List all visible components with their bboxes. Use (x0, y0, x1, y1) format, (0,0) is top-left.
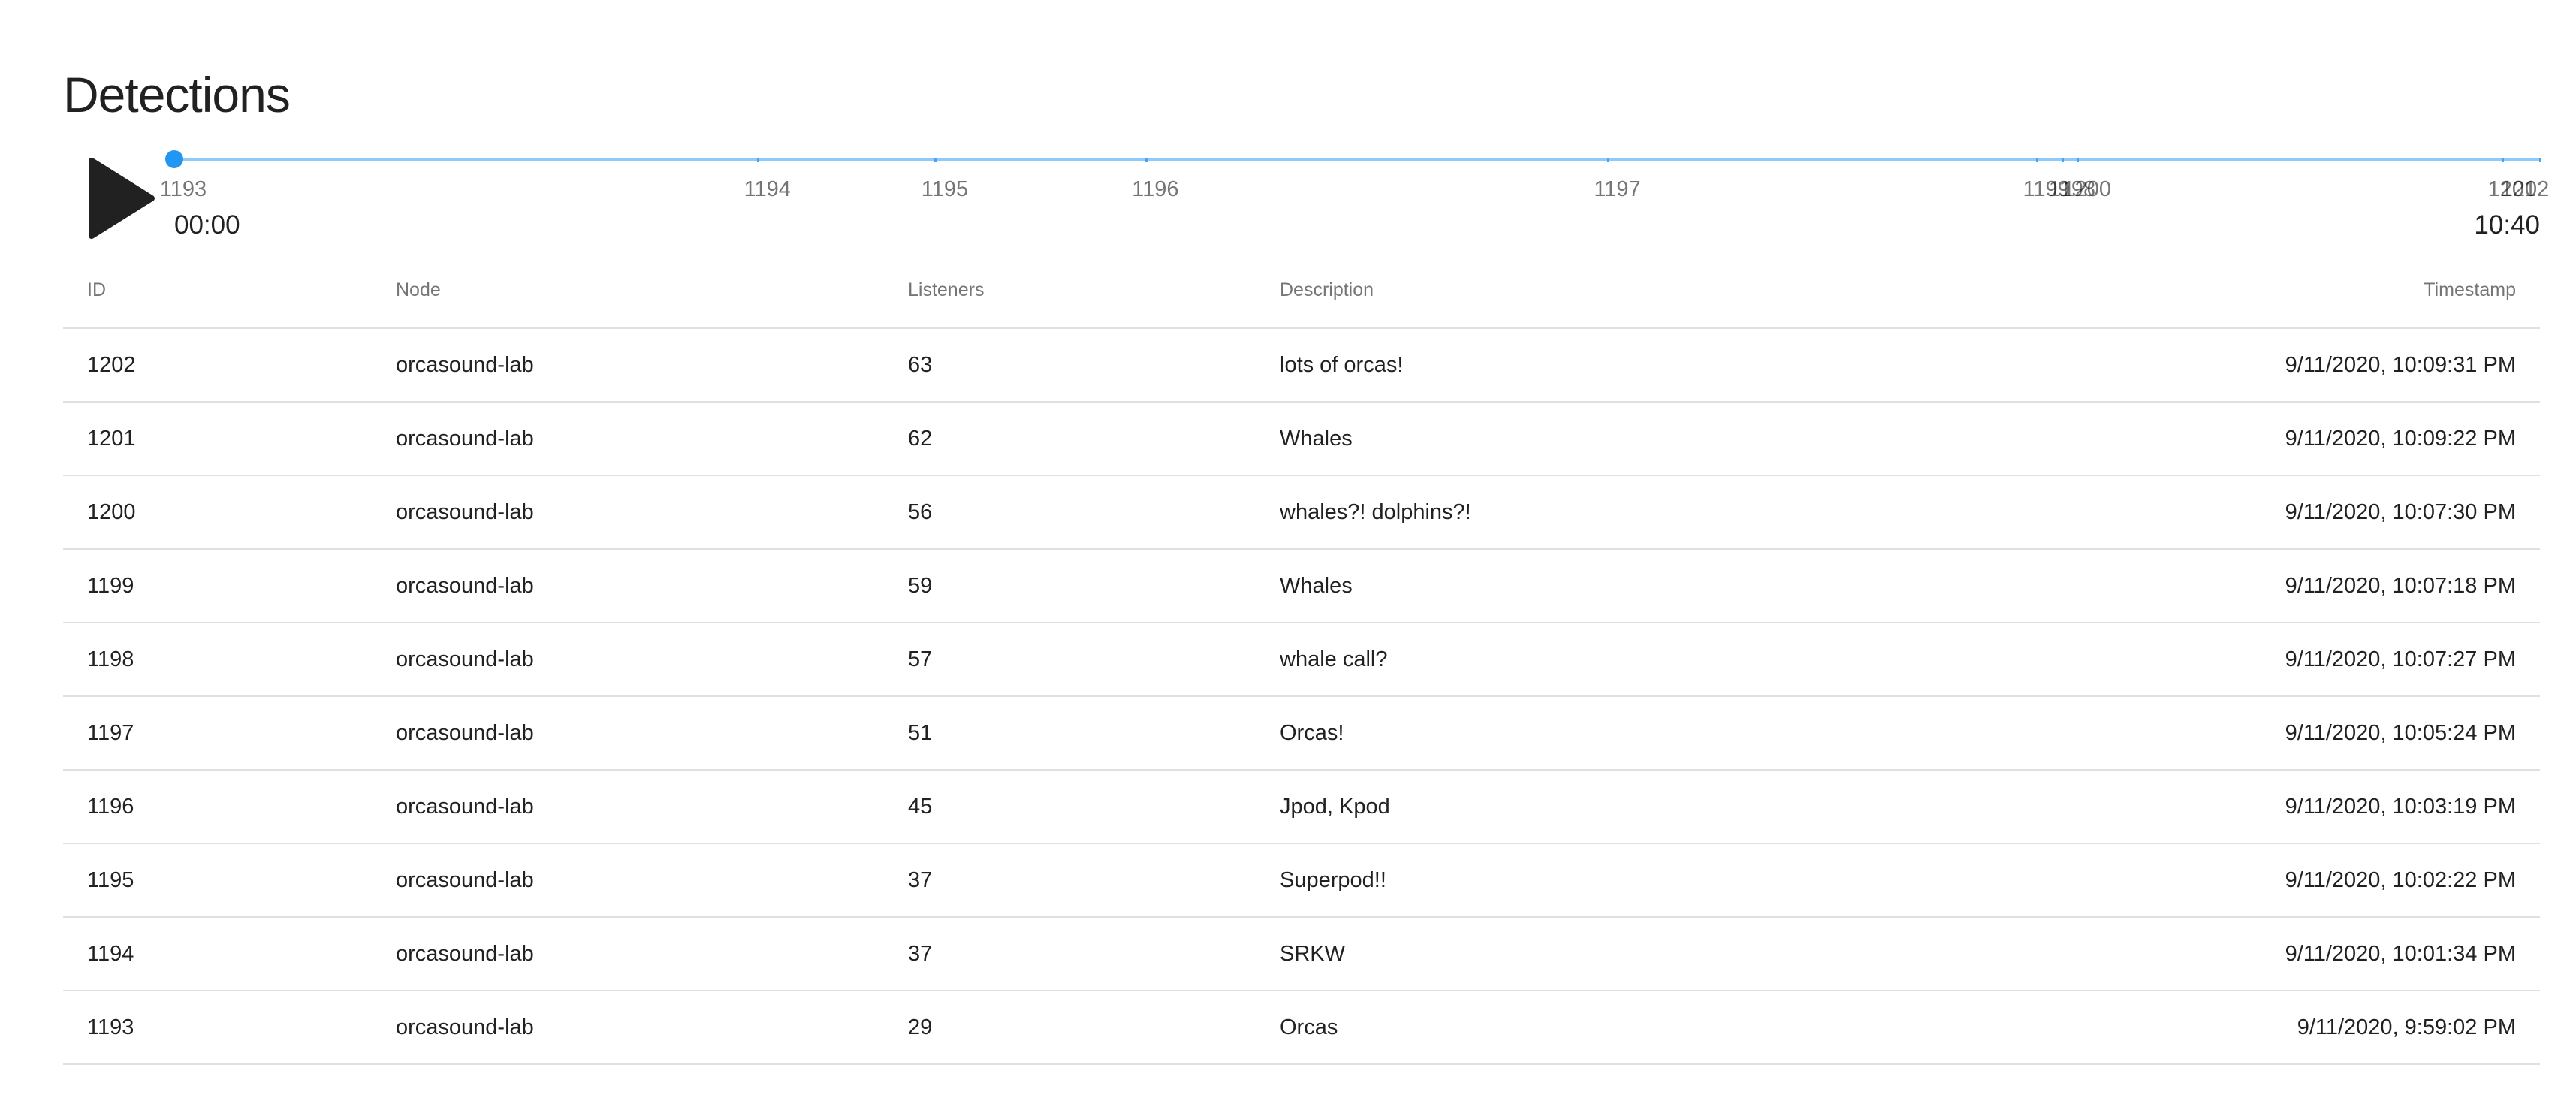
audio-player: 1193 1194 1195 1196 1197 1199 1198 1200 1201 1202… (63, 147, 2549, 252)
cell-timestamp: 9/11/2020, 10:07:18 PM (2055, 549, 2540, 623)
cell-description: whales?! dolphins?! (1256, 475, 2055, 550)
cell-description: Whales (1256, 402, 2055, 476)
cell-timestamp: 9/11/2020, 10:07:27 PM (2055, 623, 2540, 697)
cell-id: 1194 (63, 917, 372, 991)
cell-node: orcasound-lab (372, 843, 884, 918)
cell-timestamp: 9/11/2020, 10:05:24 PM (2055, 696, 2540, 771)
cell-listeners: 59 (884, 549, 1256, 623)
timeline-track[interactable] (174, 158, 2540, 161)
timeline-mark[interactable] (2077, 158, 2080, 162)
cell-description: whale call? (1256, 623, 2055, 697)
cell-timestamp: 9/11/2020, 10:07:30 PM (2055, 475, 2540, 550)
cell-id: 1202 (63, 328, 372, 403)
timeline-mark[interactable] (2036, 158, 2039, 162)
cell-node: orcasound-lab (372, 402, 884, 476)
table-row[interactable]: 1199 orcasound-lab 59 Whales 9/11/2020, 10:0… (63, 549, 2540, 623)
cell-id: 1193 (63, 991, 372, 1065)
cell-description: Jpod, Kpod (1256, 770, 2055, 844)
table-row[interactable]: 1194 orcasound-lab 37 SRKW 9/11/2020, 10:01:… (63, 917, 2540, 991)
table-row[interactable]: 1193 orcasound-lab 29 Orcas 9/11/2020, 9:59:… (63, 991, 2540, 1065)
play-button[interactable] (86, 158, 158, 239)
cell-listeners: 29 (884, 991, 1256, 1065)
cell-node: orcasound-lab (372, 917, 884, 991)
table-row[interactable]: 1202 orcasound-lab 63 lots of orcas! 9/11/20… (63, 328, 2540, 403)
timeline-thumb[interactable] (165, 150, 183, 168)
cell-id: 1201 (63, 402, 372, 476)
timeline-mark-label: 1197 (1594, 177, 1641, 201)
timeline-mark-label: 1193 (159, 177, 207, 201)
timeline-mark[interactable] (2062, 158, 2065, 162)
table-row[interactable]: 1196 orcasound-lab 45 Jpod, Kpod 9/11/2020, … (63, 770, 2540, 844)
table-header-row: ID Node Listeners Description Timestamp (63, 252, 2540, 329)
cell-listeners: 37 (884, 843, 1256, 918)
cell-node: orcasound-lab (372, 328, 884, 403)
cell-description: Orcas! (1256, 696, 2055, 771)
timeline-mark[interactable] (2538, 158, 2541, 162)
cell-description: Superpod!! (1256, 843, 2055, 918)
cell-timestamp: 9/11/2020, 10:03:19 PM (2055, 770, 2540, 844)
timeline-mark-label: 1202 (2500, 177, 2550, 201)
cell-node: orcasound-lab (372, 623, 884, 697)
column-header-node[interactable]: Node (372, 252, 884, 329)
cell-listeners: 45 (884, 770, 1256, 844)
cell-listeners: 57 (884, 623, 1256, 697)
timeline-mark[interactable] (934, 158, 937, 162)
table-row[interactable]: 1201 orcasound-lab 62 Whales 9/11/2020, 10:0… (63, 402, 2540, 476)
cell-listeners: 51 (884, 696, 1256, 771)
column-header-listeners[interactable]: Listeners (884, 252, 1256, 329)
timeline-mark-label: 1200 (2062, 177, 2112, 201)
page-title: Detections (63, 67, 291, 122)
cell-id: 1200 (63, 475, 372, 550)
table-row[interactable]: 1197 orcasound-lab 51 Orcas! 9/11/2020, 10:0… (63, 696, 2540, 771)
cell-timestamp: 9/11/2020, 10:01:34 PM (2055, 917, 2540, 991)
column-header-id[interactable]: ID (63, 252, 372, 329)
column-header-timestamp[interactable]: Timestamp (2055, 252, 2540, 329)
cell-timestamp: 9/11/2020, 10:09:31 PM (2055, 328, 2540, 403)
cell-description: Orcas (1256, 991, 2055, 1065)
play-icon (89, 158, 155, 239)
timeline-mark[interactable] (757, 158, 760, 162)
detections-table: ID Node Listeners Description Timestamp … (63, 252, 2540, 1065)
cell-id: 1197 (63, 696, 372, 771)
end-time: 10:40 (2474, 210, 2540, 240)
cell-timestamp: 9/11/2020, 9:59:02 PM (2055, 991, 2540, 1065)
cell-description: Whales (1256, 549, 2055, 623)
cell-node: orcasound-lab (372, 696, 884, 771)
timeline-mark[interactable] (1145, 158, 1148, 162)
cell-timestamp: 9/11/2020, 10:02:22 PM (2055, 843, 2540, 918)
cell-id: 1195 (63, 843, 372, 918)
table-row[interactable]: 1195 orcasound-lab 37 Superpod!! 9/11/2020, … (63, 843, 2540, 918)
current-time: 00:00 (174, 210, 240, 240)
table-row[interactable]: 1198 orcasound-lab 57 whale call? 9/11/2020,… (63, 623, 2540, 697)
cell-description: lots of orcas! (1256, 328, 2055, 403)
cell-node: orcasound-lab (372, 991, 884, 1065)
cell-node: orcasound-lab (372, 770, 884, 844)
cell-listeners: 62 (884, 402, 1256, 476)
column-header-description[interactable]: Description (1256, 252, 2055, 329)
cell-listeners: 63 (884, 328, 1256, 403)
cell-node: orcasound-lab (372, 549, 884, 623)
cell-id: 1196 (63, 770, 372, 844)
cell-id: 1198 (63, 623, 372, 697)
cell-description: SRKW (1256, 917, 2055, 991)
table-row[interactable]: 1200 orcasound-lab 56 whales?! dolphins?! 9/… (63, 475, 2540, 550)
cell-listeners: 56 (884, 475, 1256, 550)
table-body: 1202 orcasound-lab 63 lots of orcas! 9/11/20… (63, 328, 2540, 1065)
cell-id: 1199 (63, 549, 372, 623)
detection-timeline[interactable]: 1193 1194 1195 1196 1197 1199 1198 1200 1201 1202… (160, 147, 2549, 252)
cell-node: orcasound-lab (372, 475, 884, 550)
timeline-mark-label: 1195 (921, 177, 969, 201)
timeline-mark-label: 1194 (744, 177, 791, 201)
cell-timestamp: 9/11/2020, 10:09:22 PM (2055, 402, 2540, 476)
timeline-mark[interactable] (1607, 158, 1610, 162)
cell-listeners: 37 (884, 917, 1256, 991)
timeline-mark-label: 1196 (1132, 177, 1179, 201)
timeline-mark[interactable] (2502, 158, 2505, 162)
